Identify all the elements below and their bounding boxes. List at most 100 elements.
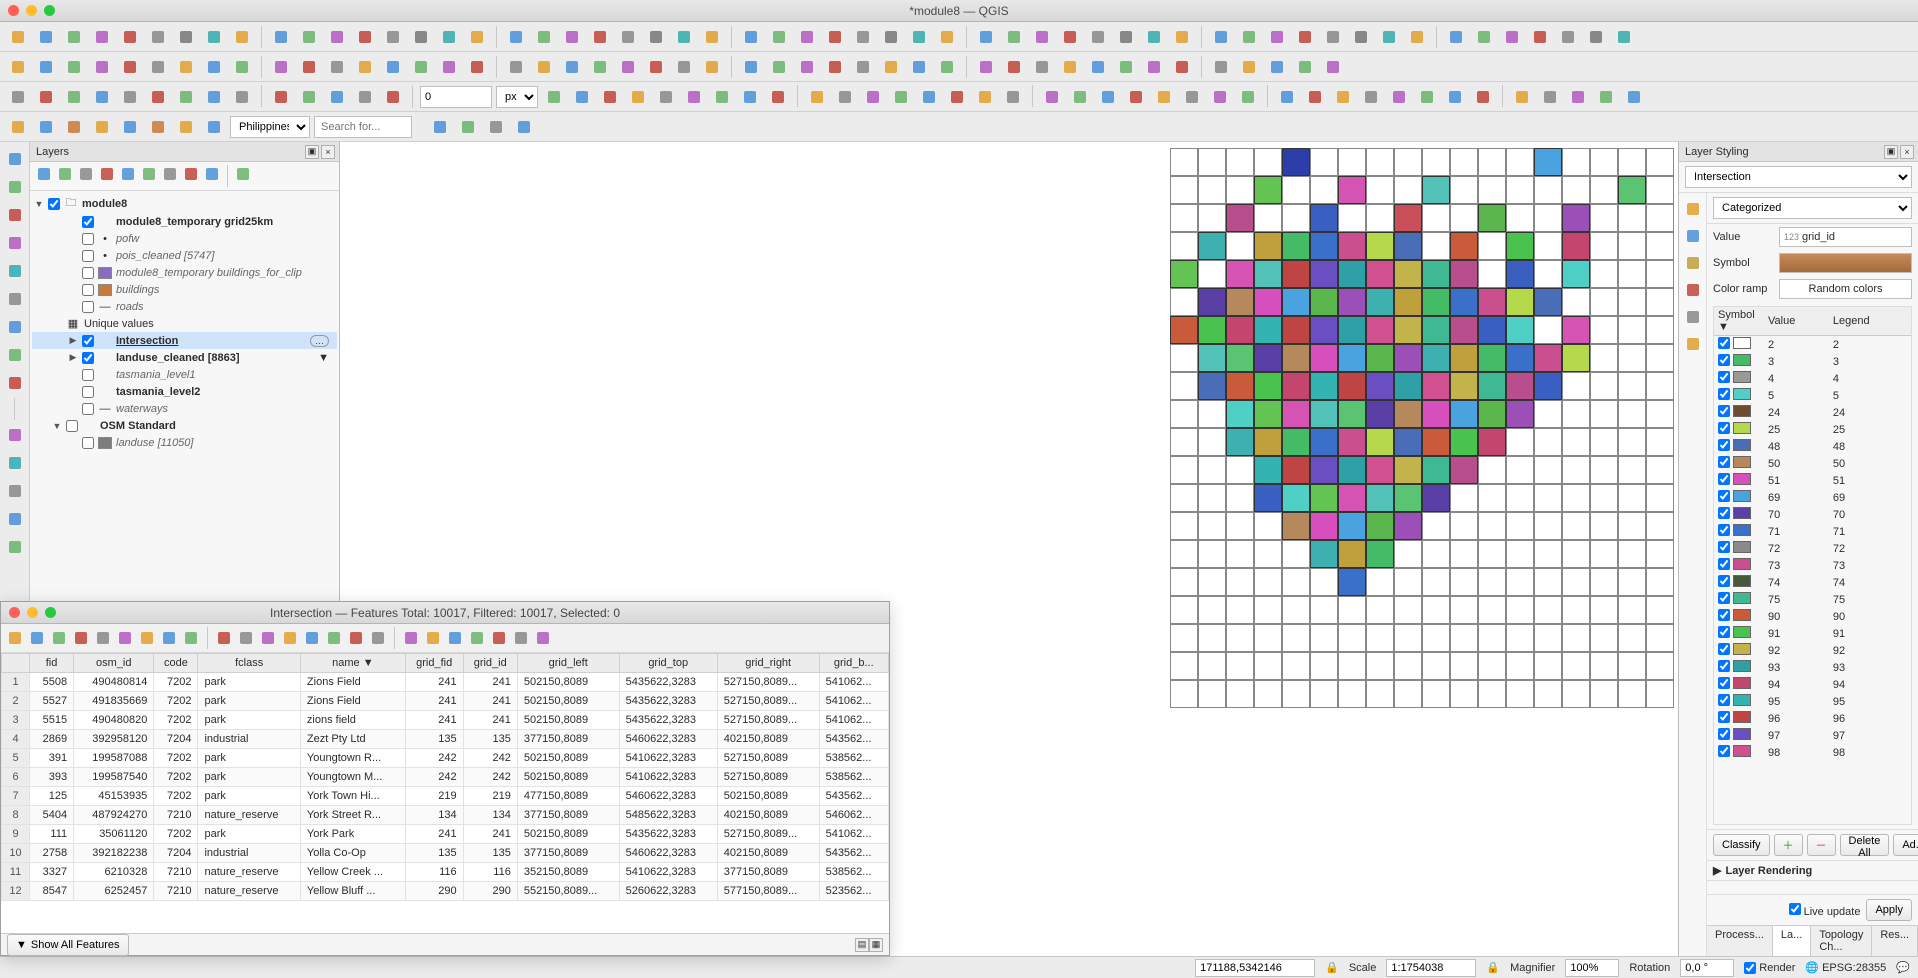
category-row[interactable]: 33 [1714, 353, 1911, 370]
bottom-tab[interactable]: Topology Ch... [1811, 926, 1872, 956]
toolbar-icon[interactable] [456, 115, 480, 139]
toolbar-icon[interactable] [2, 478, 28, 504]
magnifier-input[interactable] [1565, 959, 1619, 977]
toolbar-icon[interactable] [1681, 197, 1705, 221]
toolbar-icon[interactable] [851, 55, 875, 79]
column-header[interactable]: grid_left [517, 654, 619, 673]
category-row[interactable]: 9696 [1714, 710, 1911, 727]
toolbar-icon[interactable] [1528, 25, 1552, 49]
snapping-unit-select[interactable]: px [496, 86, 538, 108]
toolbar-icon[interactable] [347, 629, 365, 647]
table-row[interactable]: 12854762524577210nature_reserveYellow Bl… [2, 882, 889, 901]
toolbar-icon[interactable] [353, 25, 377, 49]
toolbar-icon[interactable] [484, 115, 508, 139]
category-row[interactable]: 9393 [1714, 659, 1911, 676]
layer-item[interactable]: buildings [32, 281, 337, 298]
remove-category-button[interactable]: － [1807, 834, 1836, 856]
category-row[interactable]: 7575 [1714, 591, 1911, 608]
layer-item[interactable]: ▼OSM Standard [32, 417, 337, 434]
toolbar-icon[interactable] [532, 25, 556, 49]
toolbar-icon[interactable] [2, 230, 28, 256]
toolbar-icon[interactable] [1114, 25, 1138, 49]
table-row[interactable]: 155084904808147202parkZions Field2412415… [2, 673, 889, 692]
toolbar-icon[interactable] [174, 55, 198, 79]
toolbar-icon[interactable] [230, 55, 254, 79]
toolbar-icon[interactable] [1002, 55, 1026, 79]
toolbar-icon[interactable] [1293, 55, 1317, 79]
toolbar-icon[interactable] [1681, 278, 1705, 302]
toolbar-icon[interactable] [202, 25, 226, 49]
toolbar-icon[interactable] [805, 85, 829, 109]
toolbar-icon[interactable] [1114, 55, 1138, 79]
snapping-tolerance-input[interactable] [420, 86, 492, 108]
toolbar-icon[interactable] [1030, 55, 1054, 79]
toolbar-icon[interactable] [119, 165, 137, 183]
toolbar-icon[interactable] [381, 85, 405, 109]
toolbar-icon[interactable] [1405, 25, 1429, 49]
column-header[interactable]: grid_id [463, 654, 517, 673]
toolbar-icon[interactable] [215, 629, 233, 647]
toolbar-icon[interactable] [1152, 85, 1176, 109]
toolbar-icon[interactable] [1681, 305, 1705, 329]
column-header[interactable]: osm_id [74, 654, 154, 673]
toolbar-icon[interactable] [512, 629, 530, 647]
value-field-select[interactable]: 123 grid_id [1779, 227, 1912, 247]
column-header[interactable]: grid_b... [819, 654, 888, 673]
column-header[interactable]: fclass [198, 654, 300, 673]
table-row[interactable]: 428693929581207204industrialZezt Pty Ltd… [2, 730, 889, 749]
category-row[interactable]: 44 [1714, 370, 1911, 387]
coordinate-input[interactable] [1195, 959, 1315, 977]
toolbar-icon[interactable] [182, 165, 200, 183]
toolbar-icon[interactable] [1030, 25, 1054, 49]
toolbar-icon[interactable] [62, 55, 86, 79]
toolbar-icon[interactable] [598, 85, 622, 109]
toolbar-icon[interactable] [56, 165, 74, 183]
category-row[interactable]: 9595 [1714, 693, 1911, 710]
toolbar-icon[interactable] [700, 55, 724, 79]
toolbar-icon[interactable] [62, 115, 86, 139]
toolbar-icon[interactable] [1622, 85, 1646, 109]
toolbar-icon[interactable] [202, 85, 226, 109]
toolbar-icon[interactable] [1208, 85, 1232, 109]
table-row[interactable]: 7125451539357202parkYork Town Hi...21921… [2, 787, 889, 806]
layer-item[interactable]: ▶Intersection… [32, 332, 337, 349]
toolbar-icon[interactable] [325, 85, 349, 109]
layer-item[interactable]: tasmania_level2 [32, 383, 337, 400]
toolbar-icon[interactable] [234, 165, 252, 183]
toolbar-icon[interactable] [381, 25, 405, 49]
category-row[interactable]: 9292 [1714, 642, 1911, 659]
category-row[interactable]: 5151 [1714, 472, 1911, 489]
toolbar-icon[interactable] [907, 55, 931, 79]
toolbar-icon[interactable] [2, 286, 28, 312]
layer-item[interactable]: •pofw [32, 230, 337, 247]
table-view-icon[interactable]: ▦ [869, 938, 883, 952]
rotation-input[interactable] [1680, 959, 1734, 977]
toolbar-icon[interactable] [1275, 85, 1299, 109]
toolbar-icon[interactable] [303, 629, 321, 647]
toolbar-icon[interactable] [1321, 25, 1345, 49]
toolbar-icon[interactable] [1002, 25, 1026, 49]
toolbar-icon[interactable] [644, 25, 668, 49]
render-checkbox[interactable]: Render [1744, 962, 1795, 974]
delete-all-button[interactable]: Delete All [1840, 834, 1890, 856]
toolbar-icon[interactable] [2, 422, 28, 448]
toolbar-icon[interactable] [62, 85, 86, 109]
toolbar-icon[interactable] [1566, 85, 1590, 109]
toolbar-icon[interactable] [437, 55, 461, 79]
toolbar-icon[interactable] [6, 629, 24, 647]
toolbar-icon[interactable] [504, 55, 528, 79]
toolbar-icon[interactable] [369, 629, 387, 647]
toolbar-icon[interactable] [62, 25, 86, 49]
toolbar-icon[interactable] [532, 55, 556, 79]
toolbar-icon[interactable] [823, 25, 847, 49]
toolbar-icon[interactable] [77, 165, 95, 183]
column-header[interactable]: grid_fid [405, 654, 463, 673]
toolbar-icon[interactable] [1170, 55, 1194, 79]
layer-item[interactable]: tasmania_level1 [32, 366, 337, 383]
toolbar-icon[interactable] [1170, 25, 1194, 49]
category-row[interactable]: 6969 [1714, 489, 1911, 506]
toolbar-icon[interactable] [182, 629, 200, 647]
toolbar-icon[interactable] [90, 25, 114, 49]
toolbar-icon[interactable] [1377, 25, 1401, 49]
toolbar-icon[interactable] [542, 85, 566, 109]
